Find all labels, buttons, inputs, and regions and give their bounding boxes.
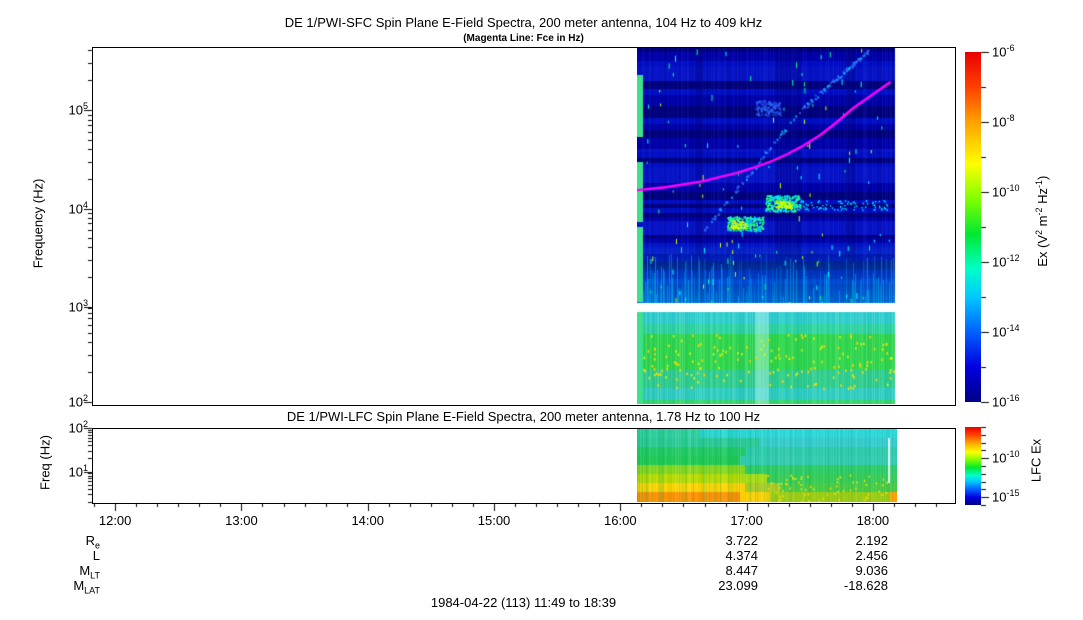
ephemeris-row-label: L: [92, 548, 100, 563]
lfc-colorbar-label: LFC Ex: [1028, 438, 1044, 483]
sfc-colorbar-tick-label: 10-12: [992, 253, 1020, 270]
sfc-subtitle: (Magenta Line: Fce in Hz): [463, 33, 584, 44]
ephemeris-value: 2.192: [855, 533, 888, 548]
sfc-colorbar-tick-label: 10-6: [992, 43, 1015, 60]
ephemeris-value: 9.036: [855, 563, 888, 578]
sfc-y-tick-label: 105: [68, 101, 88, 118]
ephemeris-value: 3.722: [725, 533, 758, 548]
sfc-spectrogram: [637, 48, 896, 404]
lfc-colorbar: [965, 427, 981, 505]
x-tick-label: 18:00: [856, 513, 890, 528]
lfc-spectrogram: [637, 429, 897, 502]
footer-date-range: 1984-04-22 (113) 11:49 to 18:39: [430, 595, 617, 610]
sfc-colorbar-label: Ex (V2 m-2 Hz-1): [1033, 175, 1051, 267]
lfc-title: DE 1/PWI-LFC Spin Plane E-Field Spectra,…: [286, 409, 761, 424]
lfc-colorbar-tick-label: 10-15: [992, 488, 1020, 505]
sfc-y-tick-label: 103: [68, 298, 88, 315]
x-tick-label: 17:00: [730, 513, 763, 528]
sfc-y-tick-label: 104: [68, 200, 88, 217]
sfc-title: DE 1/PWI-SFC Spin Plane E-Field Spectra,…: [284, 15, 763, 30]
plot-page: DE 1/PWI-SFC Spin Plane E-Field Spectra,…: [0, 0, 1083, 620]
x-tick-label: 13:00: [225, 513, 258, 528]
ephemeris-value: 23.099: [718, 578, 758, 593]
ephemeris-value: -18.628: [843, 578, 888, 593]
sfc-colorbar-tick-label: 10-10: [992, 183, 1020, 200]
ephemeris-value: 8.447: [725, 563, 758, 578]
sfc-colorbar-tick-label: 10-16: [992, 393, 1020, 410]
sfc-colorbar: [965, 52, 981, 402]
ephemeris-value: 2.456: [855, 548, 888, 563]
x-tick-label: 15:00: [477, 513, 511, 528]
x-tick-label: 12:00: [98, 513, 132, 528]
ephemeris-value: 4.374: [725, 548, 758, 563]
lfc-y-tick-label: 101: [68, 462, 88, 479]
ephemeris-row-label: MLAT: [73, 578, 100, 596]
lfc-colorbar-tick-label: 10-10: [992, 449, 1020, 466]
x-tick-label: 14:00: [351, 513, 384, 528]
sfc-y-tick-label: 102: [68, 393, 88, 410]
sfc-colorbar-tick-label: 10-8: [992, 113, 1015, 130]
lfc-y-tick-label: 102: [68, 419, 88, 436]
x-tick-label: 16:00: [604, 513, 637, 528]
sfc-colorbar-tick-label: 10-14: [992, 323, 1020, 340]
sfc-ylabel: Frequency (Hz): [30, 178, 46, 269]
